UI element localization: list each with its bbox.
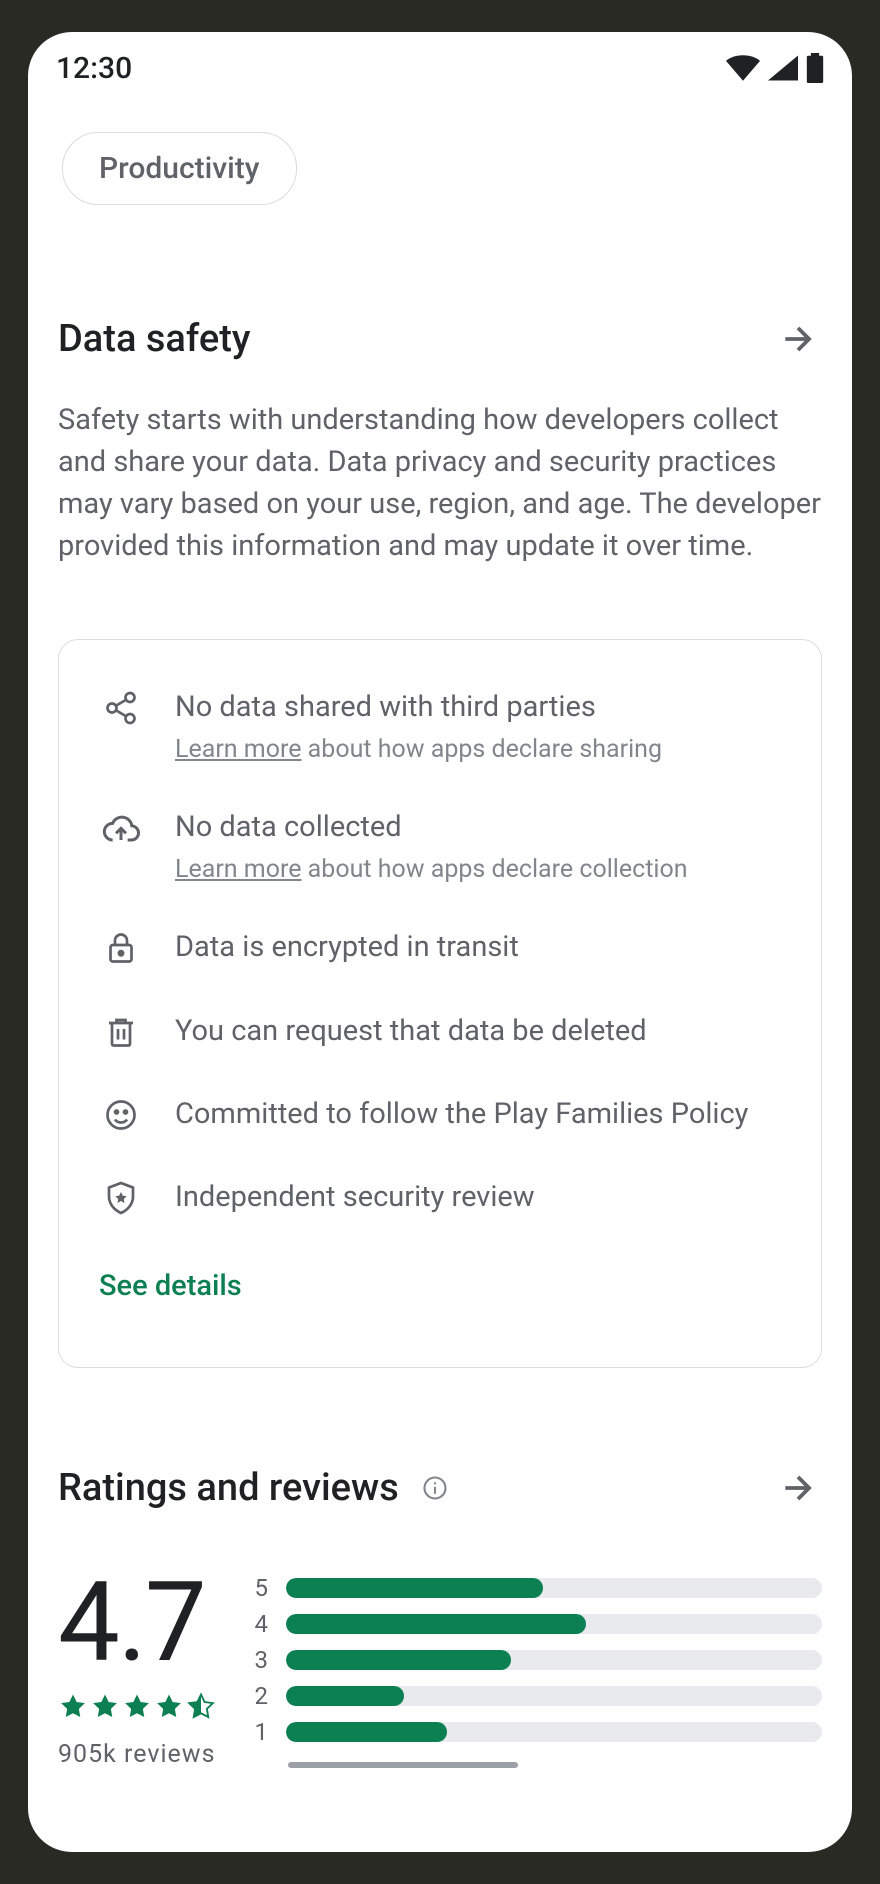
cloud-upload-icon bbox=[99, 808, 143, 884]
category-chip[interactable]: Productivity bbox=[62, 132, 297, 205]
rating-bar-row: 3 bbox=[250, 1646, 822, 1674]
cellular-icon bbox=[768, 55, 798, 81]
data-safety-item-title: Data is encrypted in transit bbox=[175, 928, 519, 967]
rating-bar-track bbox=[286, 1578, 822, 1598]
rating-bar-fill bbox=[286, 1686, 404, 1706]
rating-bar-label: 1 bbox=[250, 1718, 268, 1746]
rating-bar-track bbox=[286, 1650, 822, 1670]
data-safety-item: Data is encrypted in transit bbox=[99, 928, 781, 967]
star-icon bbox=[90, 1692, 120, 1722]
data-safety-arrow-button[interactable] bbox=[774, 315, 822, 363]
rating-bar-fill bbox=[286, 1650, 511, 1670]
rating-bar-fill bbox=[286, 1722, 447, 1742]
rating-bar-track bbox=[286, 1614, 822, 1634]
status-time: 12:30 bbox=[56, 51, 132, 86]
data-safety-item: You can request that data be deleted bbox=[99, 1012, 781, 1051]
ratings-distribution: 5 4 3 2 bbox=[250, 1568, 822, 1768]
star-icon bbox=[154, 1692, 184, 1722]
arrow-right-icon bbox=[779, 1469, 817, 1507]
status-icons bbox=[726, 53, 824, 83]
data-safety-item-sub: Learn more about how apps declare collec… bbox=[175, 855, 688, 884]
rating-bar-fill bbox=[286, 1578, 543, 1598]
star-half-icon bbox=[186, 1692, 216, 1722]
rating-score: 4.7 bbox=[58, 1568, 216, 1678]
rating-stars bbox=[58, 1692, 216, 1722]
learn-more-link[interactable]: Learn more bbox=[175, 855, 301, 884]
rating-bar-row: 5 bbox=[250, 1574, 822, 1602]
info-icon[interactable] bbox=[421, 1474, 449, 1502]
status-bar: 12:30 bbox=[28, 32, 852, 104]
share-icon bbox=[99, 688, 143, 764]
ratings-title: Ratings and reviews bbox=[58, 1466, 399, 1510]
see-details-link[interactable]: See details bbox=[99, 1269, 781, 1303]
reviews-count: 905k reviews bbox=[58, 1740, 216, 1769]
ratings-arrow-button[interactable] bbox=[774, 1464, 822, 1512]
wifi-icon bbox=[726, 55, 760, 81]
rating-bar-row: 2 bbox=[250, 1682, 822, 1710]
data-safety-item-title: Independent security review bbox=[175, 1178, 535, 1217]
data-safety-item-sub: Learn more about how apps declare sharin… bbox=[175, 735, 662, 764]
shield-star-icon bbox=[99, 1178, 143, 1217]
rating-bar-track bbox=[286, 1686, 822, 1706]
data-safety-title: Data safety bbox=[58, 317, 251, 361]
rating-bar-label: 3 bbox=[250, 1646, 268, 1674]
ratings-section: Ratings and reviews 4.7 bbox=[58, 1464, 822, 1769]
star-icon bbox=[58, 1692, 88, 1722]
data-safety-item: Independent security review bbox=[99, 1178, 781, 1217]
family-face-icon bbox=[99, 1095, 143, 1134]
rating-summary: 4.7 905k reviews bbox=[58, 1568, 216, 1769]
rating-bar-fill bbox=[286, 1614, 586, 1634]
horizontal-scroll-indicator bbox=[288, 1762, 518, 1768]
data-safety-card: No data shared with third parties Learn … bbox=[58, 639, 822, 1368]
battery-icon bbox=[806, 53, 824, 83]
lock-icon bbox=[99, 928, 143, 967]
trash-icon bbox=[99, 1012, 143, 1051]
rating-bar-row: 4 bbox=[250, 1610, 822, 1638]
arrow-right-icon bbox=[779, 320, 817, 358]
data-safety-item-title: Committed to follow the Play Families Po… bbox=[175, 1095, 748, 1134]
data-safety-item-title: You can request that data be deleted bbox=[175, 1012, 647, 1051]
learn-more-link[interactable]: Learn more bbox=[175, 735, 301, 764]
rating-bar-label: 4 bbox=[250, 1610, 268, 1638]
rating-bar-label: 2 bbox=[250, 1682, 268, 1710]
data-safety-item: No data collected Learn more about how a… bbox=[99, 808, 781, 884]
rating-bar-row: 1 bbox=[250, 1718, 822, 1746]
rating-bar-track bbox=[286, 1722, 822, 1742]
data-safety-section: Data safety Safety starts with understan… bbox=[58, 315, 822, 1368]
data-safety-description: Safety starts with understanding how dev… bbox=[58, 399, 822, 567]
data-safety-item-title: No data collected bbox=[175, 808, 688, 847]
star-icon bbox=[122, 1692, 152, 1722]
data-safety-item: No data shared with third parties Learn … bbox=[99, 688, 781, 764]
rating-bar-label: 5 bbox=[250, 1574, 268, 1602]
data-safety-item: Committed to follow the Play Families Po… bbox=[99, 1095, 781, 1134]
data-safety-item-title: No data shared with third parties bbox=[175, 688, 662, 727]
